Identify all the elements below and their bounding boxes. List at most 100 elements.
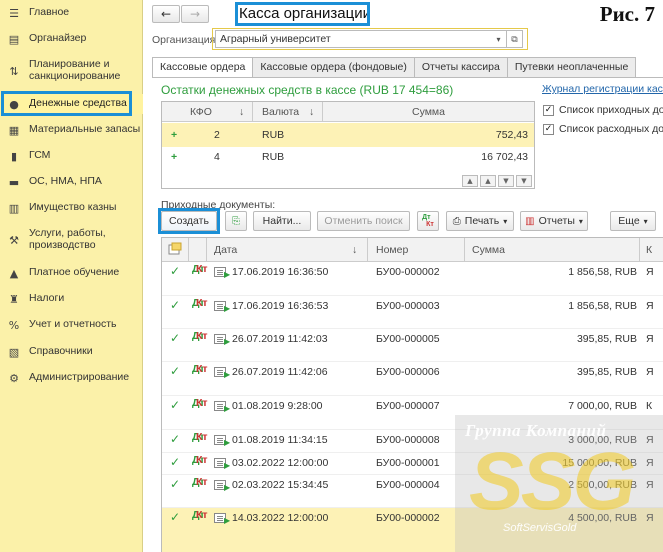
sidebar-item-education[interactable]: ▲ Платное обучение <box>0 266 143 280</box>
dt-kt-icon: Дт Кт <box>422 214 434 228</box>
arrow-right-icon: ▶ <box>224 404 231 413</box>
chart-icon: ⇅ <box>9 64 19 78</box>
arrow-down-icon: ▼ <box>503 177 509 185</box>
cell-sum: 752,43 <box>495 129 528 141</box>
sidebar-item-organizer[interactable]: ▤ Органайзер <box>0 32 143 46</box>
reports-label: Отчеты <box>538 215 575 227</box>
checkbox-icon: ✓ <box>543 104 554 116</box>
table-row[interactable]: ✓ Дт Кт ▶ 14.03.2022 12:00:00 БУ00-000002 4 50… <box>162 508 663 552</box>
posted-check-icon: ✓ <box>170 298 181 312</box>
table-row[interactable]: ✓ Дт Кт ▶ 26.07.2019 11:42:06 БУ00-000006 395,… <box>162 362 663 396</box>
sidebar-item-fuel[interactable]: ▮ ГСМ <box>0 149 143 163</box>
table-row[interactable]: ✓ Дт Кт ▶ 01.08.2019 9:28:00 БУ00-000007 7 000… <box>162 396 663 430</box>
scroll-top-button[interactable]: ▲ <box>462 175 478 187</box>
sidebar-item-planning[interactable]: ⇅ Планирование и санкционирование <box>0 58 143 82</box>
cell-currency: RUB <box>614 457 637 469</box>
cell-number: БУ00-000001 <box>376 457 440 469</box>
org-dropdown-button[interactable]: ▾ <box>491 30 507 48</box>
table-row[interactable]: ✓ Дт Кт ▶ 01.08.2019 11:34:15 БУ00-000008 3 00… <box>162 430 663 453</box>
sidebar-item-cash[interactable]: ● Денежные средства <box>0 94 143 114</box>
print-button[interactable]: ⎙ Печать ▾ <box>446 211 514 231</box>
cancel-search-button[interactable]: Отменить поиск <box>317 211 410 231</box>
cell-currency: RUB <box>614 479 637 491</box>
truck-icon: ▬ <box>8 175 20 189</box>
page-title: Касса организации <box>239 5 371 22</box>
reports-button[interactable]: ▥ Отчеты ▾ <box>520 211 588 231</box>
find-button[interactable]: Найти... <box>253 211 311 231</box>
open-icon: ⧉ <box>511 33 518 44</box>
sidebar-item-taxes[interactable]: ♜ Налоги <box>0 292 143 306</box>
chevron-down-icon: ▾ <box>503 216 508 226</box>
arrow-right-icon: ▶ <box>224 483 231 492</box>
cell-number: БУ00-000006 <box>376 366 440 378</box>
cell-kfo: 2 <box>214 129 220 141</box>
tab-cash-orders[interactable]: Кассовые ордера <box>152 57 254 78</box>
create-button[interactable]: Создать <box>161 211 217 231</box>
sidebar-item-treasury[interactable]: ▥ Имущество казны <box>0 201 143 215</box>
copy-button[interactable]: ⎘ <box>225 211 247 231</box>
back-button[interactable]: ← <box>152 5 180 23</box>
header-extra[interactable]: К <box>646 244 652 256</box>
cell-extra: Я <box>646 266 654 278</box>
tab-cashier-reports[interactable]: Отчеты кассира <box>413 57 508 77</box>
header-sum[interactable]: Сумма <box>412 106 445 118</box>
scroll-down-button[interactable]: ▼ <box>498 175 514 187</box>
table-row[interactable]: ✓ Дт Кт ▶ 17.06.2019 16:36:53 БУ00-000003 1 85… <box>162 296 663 329</box>
journal-link[interactable]: Журнал регистрации касс <box>542 83 663 95</box>
org-field[interactable]: Аграрный университет <box>215 30 493 48</box>
cell-currency: RUB <box>614 434 637 446</box>
coin-icon: ● <box>9 97 19 111</box>
table-row[interactable]: + 4 RUB 16 702,43 <box>162 145 534 169</box>
tools-icon: ⚒ <box>9 233 19 247</box>
sidebar-item-main[interactable]: ☰ Главное <box>0 6 143 20</box>
sort-down-icon: ↓ <box>352 244 358 256</box>
arrow-right-icon: → <box>189 7 201 21</box>
check-expense-docs[interactable]: ✓ Список расходных док <box>543 123 663 135</box>
header-currency[interactable]: Валюта <box>262 106 299 118</box>
sidebar-item-accounting[interactable]: % Учет и отчетность <box>0 318 143 332</box>
check-label: Список приходных док <box>559 104 663 116</box>
more-button[interactable]: Еще ▾ <box>610 211 656 231</box>
sidebar-item-services[interactable]: ⚒ Услуги, работы, производство <box>0 227 143 251</box>
header-sum[interactable]: Сумма <box>472 244 505 256</box>
tab-cash-orders-fund[interactable]: Кассовые ордера (фондовые) <box>252 57 415 77</box>
table-row[interactable]: + 2 RUB 752,43 <box>162 123 534 147</box>
posted-check-icon: ✓ <box>170 398 181 412</box>
sidebar-item-label: Главное <box>29 6 70 18</box>
cell-sum: 1 856,58, <box>568 266 612 278</box>
table-row[interactable]: ✓ Дт Кт ▶ 26.07.2019 11:42:03 БУ00-000005 395,… <box>162 329 663 362</box>
cell-currency: RUB <box>614 512 637 524</box>
chevron-down-icon: ▾ <box>496 34 501 44</box>
sidebar-item-materials[interactable]: ▦ Материальные запасы <box>0 123 143 137</box>
sidebar-item-admin[interactable]: ⚙ Администрирование <box>0 371 143 385</box>
cell-kfo: 4 <box>214 151 220 163</box>
sidebar-item-references[interactable]: ▧ Справочники <box>0 345 143 359</box>
org-open-button[interactable]: ⧉ <box>507 30 523 48</box>
cell-currency: RUB <box>614 333 637 345</box>
tab-divider <box>152 77 663 78</box>
forward-button[interactable]: → <box>181 5 209 23</box>
arrow-right-icon: ▶ <box>224 304 231 313</box>
header-number[interactable]: Номер <box>376 244 408 256</box>
documents-table: Дата ↓ Номер Сумма К ✓ Дт Кт ▶ 17.06.2019 16… <box>161 237 663 552</box>
cell-sum: 7 000,00, <box>568 400 612 412</box>
dt-kt-button[interactable]: Дт Кт <box>417 211 439 231</box>
sidebar-item-label: Услуги, работы, производство <box>29 227 106 251</box>
scroll-bottom-button[interactable]: ▼ <box>516 175 532 187</box>
cell-date: 01.08.2019 11:34:15 <box>232 434 328 446</box>
cell-currency: RUB <box>262 129 285 141</box>
table-row[interactable]: ✓ Дт Кт ▶ 02.03.2022 15:34:45 БУ00-000004 2 50… <box>162 475 663 508</box>
header-date[interactable]: Дата <box>214 244 237 256</box>
cell-sum: 16 702,43 <box>481 151 528 163</box>
sidebar-item-fixed-assets[interactable]: ▬ ОС, НМА, НПА <box>0 175 143 189</box>
graduation-icon: ▲ <box>9 266 19 280</box>
cell-currency: RUB <box>614 266 637 278</box>
cell-currency: RUB <box>614 366 637 378</box>
header-kfo[interactable]: КФО <box>190 106 212 118</box>
scroll-up-button[interactable]: ▲ <box>480 175 496 187</box>
table-row[interactable]: ✓ Дт Кт ▶ 17.06.2019 16:36:50 БУ00-000002 1 85… <box>162 262 663 296</box>
check-income-docs[interactable]: ✓ Список приходных док <box>543 104 663 116</box>
printer-icon: ⎙ <box>452 215 461 227</box>
tab-unpaid-vouchers[interactable]: Путевки неоплаченные <box>506 57 637 77</box>
table-row[interactable]: ✓ Дт Кт ▶ 03.02.2022 12:00:00 БУ00-000001 15 0… <box>162 453 663 475</box>
